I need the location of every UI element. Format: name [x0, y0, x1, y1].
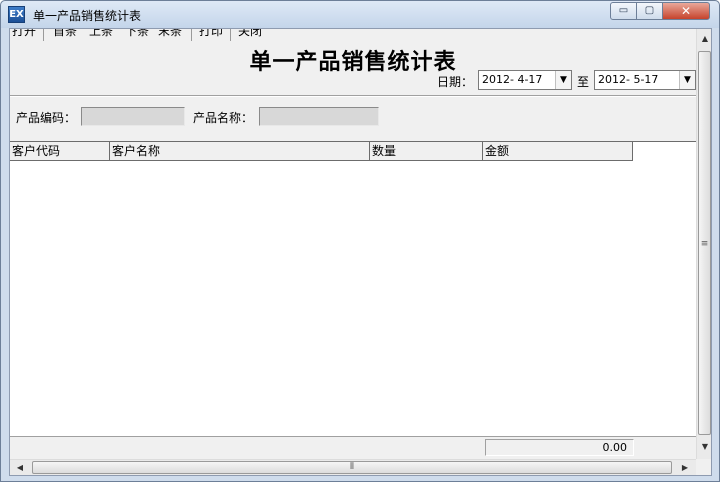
date-label: 日期：: [437, 75, 474, 89]
horizontal-scrollbar[interactable]: ◀ ⦀ ▶: [10, 459, 696, 475]
scroll-right-icon[interactable]: ▶: [678, 461, 692, 475]
date-to-picker[interactable]: 2012- 5-17 ▼: [594, 70, 696, 90]
date-to-value: 2012- 5-17: [598, 73, 659, 86]
horizontal-scroll-thumb[interactable]: ⦀: [32, 461, 672, 474]
header-divider: [10, 95, 696, 97]
menu-previous[interactable]: 上条: [89, 29, 113, 38]
title-bar[interactable]: EX 单一产品销售统计表 ▭ ▢ ✕: [1, 1, 719, 28]
app-window: EX 单一产品销售统计表 ▭ ▢ ✕ 打开 首条 上条 下条 末条 打印 关闭 …: [0, 0, 720, 482]
app-logo-icon: EX: [8, 6, 25, 23]
product-name-field[interactable]: [259, 107, 379, 126]
scroll-left-icon[interactable]: ◀: [13, 461, 27, 475]
sales-table[interactable]: 客户代码 客户名称 数量 金额: [10, 141, 696, 436]
scrollbar-corner: [696, 459, 711, 475]
toolbar-menu: 打开 首条 上条 下条 末条 打印 关闭: [10, 29, 696, 41]
maximize-button[interactable]: ▢: [636, 2, 663, 20]
menu-open[interactable]: 打开: [12, 29, 36, 38]
menu-close[interactable]: 关闭: [238, 29, 262, 38]
product-code-label: 产品编码：: [16, 111, 77, 125]
column-header-quantity[interactable]: 数量: [370, 142, 483, 161]
product-name-label: 产品名称：: [193, 111, 254, 125]
menu-next[interactable]: 下条: [125, 29, 149, 38]
menu-separator: [43, 29, 44, 41]
column-header-amount[interactable]: 金额: [483, 142, 633, 161]
menu-last[interactable]: 末条: [158, 29, 182, 38]
client-area: 打开 首条 上条 下条 末条 打印 关闭 单一产品销售统计表 日期： 2012-…: [9, 28, 712, 476]
minimize-button[interactable]: ▭: [610, 2, 637, 20]
column-header-customer-name[interactable]: 客户名称: [110, 142, 370, 161]
date-to-label: 至: [577, 75, 590, 89]
total-amount: 0.00: [485, 439, 634, 456]
scroll-up-icon[interactable]: ▲: [698, 32, 711, 46]
menu-separator: [191, 29, 192, 41]
date-from-picker[interactable]: 2012- 4-17 ▼: [478, 70, 572, 90]
chevron-down-icon[interactable]: ▼: [679, 71, 695, 89]
menu-separator: [230, 29, 231, 41]
vertical-scrollbar[interactable]: ▲ ≡ ▼: [696, 29, 711, 459]
chevron-down-icon[interactable]: ▼: [555, 71, 571, 89]
vertical-scroll-thumb[interactable]: ≡: [698, 51, 711, 435]
date-from-value: 2012- 4-17: [482, 73, 543, 86]
totals-bar: 0.00: [10, 436, 696, 457]
product-code-field[interactable]: [81, 107, 185, 126]
menu-first[interactable]: 首条: [53, 29, 77, 38]
scroll-down-icon[interactable]: ▼: [698, 440, 711, 454]
column-header-customer-code[interactable]: 客户代码: [10, 142, 110, 161]
menu-print[interactable]: 打印: [199, 29, 223, 38]
window-title: 单一产品销售统计表: [33, 9, 142, 23]
close-window-button[interactable]: ✕: [662, 2, 710, 20]
